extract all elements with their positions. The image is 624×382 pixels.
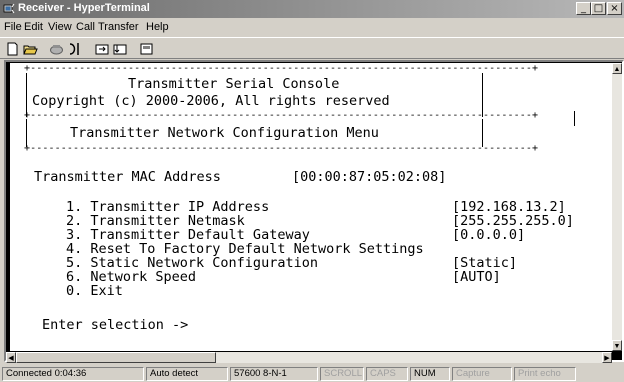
option-3-value: [0.0.0.0] [452,227,526,243]
copyright-line: Copyright (c) 2000-2006, All rights rese… [32,93,390,109]
toolbar [0,37,624,59]
terminal-screen[interactable]: +---------------------------------------… [10,63,612,351]
scroll-down-icon[interactable]: ▼ [612,340,622,351]
new-icon[interactable] [4,41,21,57]
open-icon[interactable] [22,41,39,57]
disconnect-icon[interactable] [66,41,83,57]
box-middle-rule: +---------------------------------------… [24,110,539,121]
detect-mode: Auto detect [146,367,228,381]
connection-time: Connected 0:04:36 [2,367,144,381]
mac-label: Transmitter MAC Address [34,169,221,185]
menu-edit[interactable]: Edit [24,21,43,33]
box-top-rule: +---------------------------------------… [24,63,539,74]
properties-icon[interactable] [138,41,155,57]
receive-icon[interactable] [112,41,129,57]
send-icon[interactable] [94,41,111,57]
scroll-up-icon[interactable]: ▲ [612,63,622,74]
connect-icon[interactable] [48,41,65,57]
option-6-value: [AUTO] [452,269,501,285]
mac-value: [00:00:87:05:02:08] [292,169,447,185]
menu-view[interactable]: View [48,21,72,33]
menu-transfer[interactable]: Transfer [98,21,139,33]
vertical-scrollbar[interactable]: ▲ ▼ [612,63,622,351]
scroll-indicator: SCROLL [320,367,364,381]
text-cursor [574,111,575,126]
menu-help[interactable]: Help [146,21,169,33]
window-title: Receiver - HyperTerminal [18,2,150,14]
hyperterminal-icon [3,3,15,14]
scroll-left-icon[interactable]: ◀ [6,352,16,363]
menu-call[interactable]: Call [76,21,95,33]
option-0: 0. Exit [66,283,123,299]
box-bottom-rule: +---------------------------------------… [24,143,539,154]
print-echo-indicator: Print echo [514,367,576,381]
status-bar: Connected 0:04:36 Auto detect 57600 8-N-… [0,366,624,382]
port-settings: 57600 8-N-1 [230,367,318,381]
capture-indicator: Capture [452,367,512,381]
title-bar: Receiver - HyperTerminal _ □ × [0,0,624,18]
selection-prompt: Enter selection -> [42,317,189,333]
maximize-button[interactable]: □ [591,2,606,15]
horizontal-scroll-thumb[interactable] [16,352,216,363]
minimize-button[interactable]: _ [576,2,591,15]
menu-bar: File Edit View Call Transfer Help [0,19,624,36]
caps-indicator: CAPS [366,367,408,381]
menu-title: Transmitter Network Configuration Menu [70,125,379,141]
scroll-right-icon[interactable]: ▶ [602,352,612,363]
horizontal-scrollbar[interactable]: ◀ ▶ [6,352,612,363]
close-button[interactable]: × [607,2,622,15]
console-title: Transmitter Serial Console [128,76,340,92]
num-indicator: NUM [410,367,450,381]
menu-file[interactable]: File [4,21,22,33]
